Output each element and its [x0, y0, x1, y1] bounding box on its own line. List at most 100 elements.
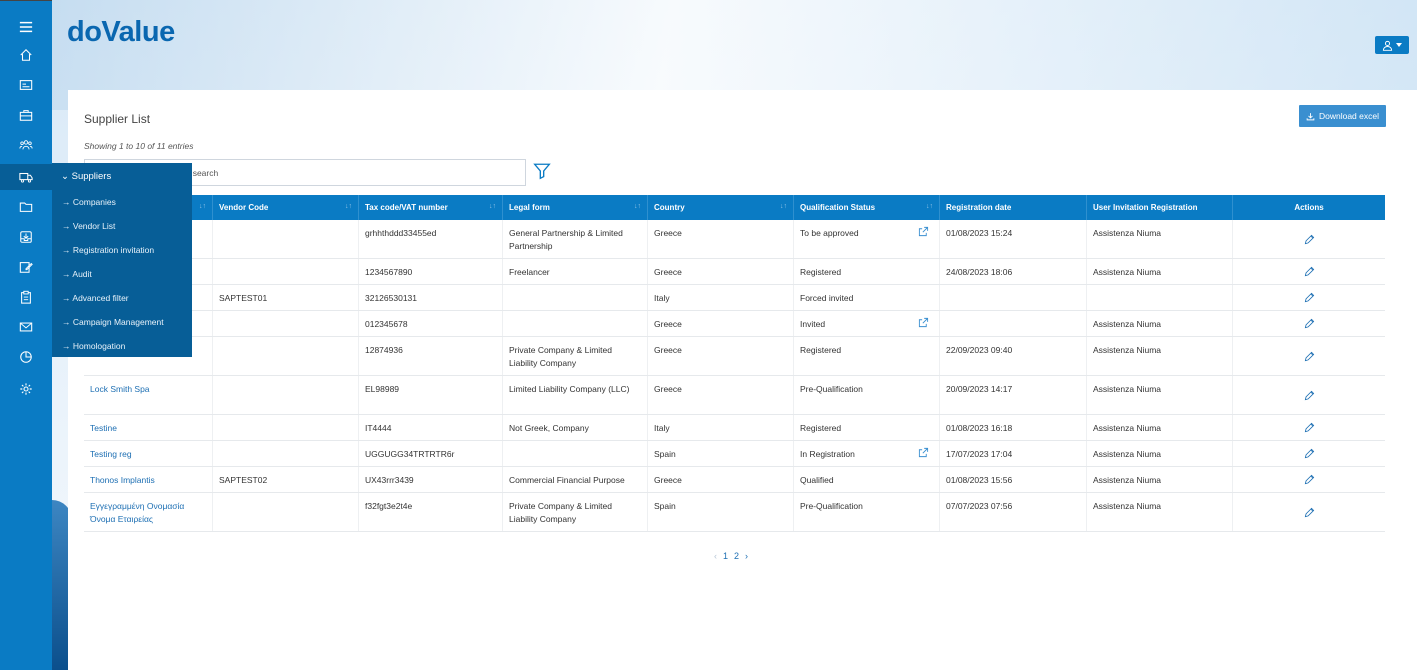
qualification-status-text: Pre-Qualification — [800, 384, 863, 394]
edit-pencil-icon[interactable] — [1304, 266, 1315, 277]
cell-actions — [1233, 441, 1385, 466]
external-link-icon[interactable] — [918, 317, 929, 328]
submenu-item-homologation[interactable]: → Homologation — [62, 341, 125, 351]
pie-chart-icon[interactable] — [0, 344, 52, 370]
briefcase-icon[interactable] — [0, 102, 52, 128]
cell-supplier-name[interactable]: Lock Smith Spa — [84, 376, 213, 414]
col-header-registration-date[interactable]: Registration date — [940, 195, 1087, 220]
dovalue-logo: doValue — [67, 16, 175, 48]
hamburger-menu-icon[interactable] — [0, 14, 52, 40]
edit-pencil-icon[interactable] — [1304, 422, 1315, 433]
external-link-icon[interactable] — [918, 226, 929, 237]
id-card-icon[interactable] — [0, 72, 52, 98]
cell-country: Greece — [648, 376, 794, 414]
edit-pencil-icon[interactable] — [1304, 351, 1315, 362]
cell-user-invitation: Assistenza Niuma — [1087, 259, 1233, 284]
submenu-item-registration-invitation[interactable]: → Registration invitation — [62, 245, 154, 255]
submenu-item-companies[interactable]: → Companies — [62, 197, 116, 207]
settings-gear-icon[interactable] — [0, 376, 52, 402]
country-text: Spain — [654, 501, 676, 511]
sort-icon[interactable]: ↓↑ — [634, 203, 641, 210]
mail-icon[interactable] — [0, 314, 52, 340]
inbox-download-icon[interactable] — [0, 224, 52, 250]
submenu-item-advanced-filter[interactable]: → Advanced filter — [62, 293, 129, 303]
cell-actions — [1233, 311, 1385, 336]
table-row: SAPTEST01 32126530131 Italy Forced invited — [84, 285, 1385, 311]
tax-code-text: EL98989 — [365, 384, 400, 394]
sort-icon[interactable]: ↓↑ — [199, 203, 206, 210]
table-body: grhhthddd33455ed General Partnership & Li… — [84, 220, 1385, 532]
table-row: 1234567890 Freelancer Greece Registered 24/0… — [84, 259, 1385, 285]
cell-legal-form: General Partnership & Limited Partnershi… — [503, 220, 648, 258]
cell-registration-date: 01/08/2023 16:18 — [940, 415, 1087, 440]
col-header-vendor-code[interactable]: Vendor Code ↓↑ — [213, 195, 359, 220]
qualification-status-text: Qualified — [800, 475, 834, 485]
sort-icon[interactable]: ↓↑ — [489, 203, 496, 210]
col-header-qualification-status[interactable]: Qualification Status ↓↑ — [794, 195, 940, 220]
tax-code-text: IT4444 — [365, 423, 392, 433]
submenu-item-audit[interactable]: → Audit — [62, 269, 92, 279]
table-row: grhhthddd33455ed General Partnership & Li… — [84, 220, 1385, 259]
truck-icon[interactable] — [0, 164, 52, 190]
sort-icon[interactable]: ↓↑ — [780, 203, 787, 210]
cell-user-invitation: Assistenza Niuma — [1087, 337, 1233, 375]
clipboard-icon[interactable] — [0, 284, 52, 310]
col-header-country[interactable]: Country ↓↑ — [648, 195, 794, 220]
qualification-status-text: Forced invited — [800, 293, 854, 303]
edit-pencil-icon[interactable] — [1304, 318, 1315, 329]
download-excel-button[interactable]: Download excel — [1299, 105, 1386, 127]
edit-pencil-icon[interactable] — [1304, 390, 1315, 401]
submenu-item-vendor-list[interactable]: → Vendor List — [62, 221, 115, 231]
cell-supplier-name[interactable]: Testing reg — [84, 441, 213, 466]
edit-pencil-icon[interactable] — [1304, 448, 1315, 459]
legal-form-text: General Partnership & Limited Partnershi… — [509, 228, 623, 251]
edit-pencil-icon[interactable] — [1304, 234, 1315, 245]
sort-icon[interactable]: ↓↑ — [345, 203, 352, 210]
col-header-user-invitation[interactable]: User Invitation Registration — [1087, 195, 1233, 220]
edit-pencil-icon[interactable] — [1304, 474, 1315, 485]
supplier-name-text[interactable]: Thonos Implantis — [90, 475, 155, 485]
cell-supplier-name[interactable]: Εγγεγραμμένη Ονομασία Όνομα Εταιρείας — [84, 493, 213, 531]
edit-document-icon[interactable] — [0, 254, 52, 280]
folder-icon[interactable] — [0, 194, 52, 220]
cell-tax-code: 1234567890 — [359, 259, 503, 284]
cell-actions — [1233, 467, 1385, 492]
registration-date-text: 20/09/2023 14:17 — [946, 384, 1013, 394]
edit-pencil-icon[interactable] — [1304, 507, 1315, 518]
col-header-tax-code[interactable]: Tax code/VAT number ↓↑ — [359, 195, 503, 220]
supplier-name-text[interactable]: Testine — [90, 423, 117, 433]
user-menu-button[interactable] — [1375, 36, 1409, 54]
cell-vendor-code — [213, 493, 359, 531]
filter-icon[interactable] — [533, 162, 551, 180]
cell-registration-date: 01/08/2023 15:24 — [940, 220, 1087, 258]
country-text: Greece — [654, 267, 682, 277]
table-row: Thonos Implantis SAPTEST02 UX43rrr3439 Comm… — [84, 467, 1385, 493]
submenu-item-campaign-management[interactable]: → Campaign Management — [62, 317, 164, 327]
cell-vendor-code: SAPTEST02 — [213, 467, 359, 492]
cell-user-invitation: Assistenza Niuma — [1087, 220, 1233, 258]
cell-registration-date — [940, 311, 1087, 336]
cell-legal-form: Private Company & Limited Liability Comp… — [503, 493, 648, 531]
supplier-name-text[interactable]: Lock Smith Spa — [90, 384, 150, 394]
edit-pencil-icon[interactable] — [1304, 292, 1315, 303]
col-header-legal-form[interactable]: Legal form ↓↑ — [503, 195, 648, 220]
cell-legal-form: Not Greek, Company — [503, 415, 648, 440]
cell-actions — [1233, 285, 1385, 310]
home-icon[interactable] — [0, 42, 52, 68]
next-page-button[interactable]: › — [745, 551, 748, 561]
cell-actions — [1233, 337, 1385, 375]
external-link-icon[interactable] — [918, 447, 929, 458]
cell-supplier-name[interactable]: Thonos Implantis — [84, 467, 213, 492]
submenu-title[interactable]: ⌄ Suppliers — [61, 171, 111, 182]
cell-qualification-status: To be approved — [794, 220, 940, 258]
cell-actions — [1233, 259, 1385, 284]
prev-page-button[interactable]: ‹ — [714, 551, 717, 561]
page-1-button[interactable]: 1 — [723, 551, 728, 561]
user-invitation-text: Assistenza Niuma — [1093, 228, 1162, 238]
cell-supplier-name[interactable]: Testine — [84, 415, 213, 440]
users-icon[interactable] — [0, 132, 52, 158]
page-2-button[interactable]: 2 — [734, 551, 739, 561]
sort-icon[interactable]: ↓↑ — [926, 203, 933, 210]
supplier-name-text[interactable]: Εγγεγραμμένη Ονομασία Όνομα Εταιρείας — [90, 501, 184, 524]
supplier-name-text[interactable]: Testing reg — [90, 449, 132, 459]
